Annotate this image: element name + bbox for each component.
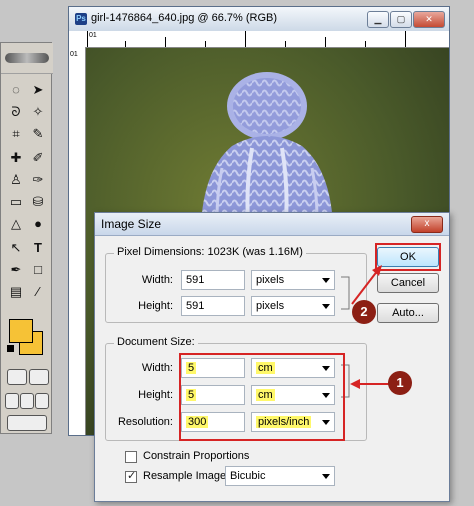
annotation-badge-2: 2 [352,300,376,324]
annotation-badge-1: 1 [388,371,412,395]
annotation-arrows [350,265,396,389]
